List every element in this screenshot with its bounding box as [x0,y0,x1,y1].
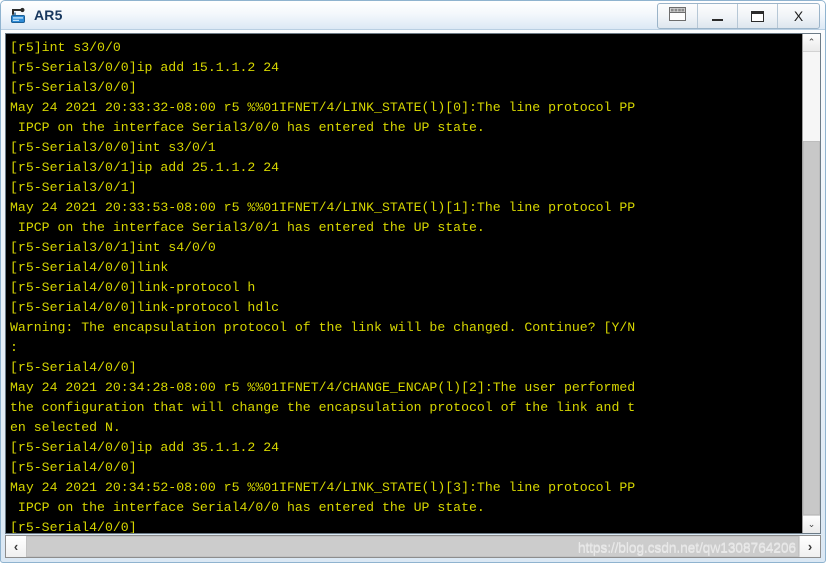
console-line: [r5-Serial4/0/0]ip add 35.1.1.2 24 [10,440,280,455]
console-line: May 24 2021 20:34:52-08:00 r5 %%01IFNET/… [10,480,636,495]
console-lines: [r5]int s3/0/0 [r5-Serial3/0/0]ip add 15.… [10,38,802,533]
console-line: [r5-Serial4/0/0]link-protocol h [10,280,256,295]
console-line: IPCP on the interface Serial3/0/1 has en… [10,220,485,235]
maximize-button[interactable] [738,4,778,28]
console-line: [r5-Serial3/0/1]ip add 25.1.1.2 24 [10,160,280,175]
scroll-right-button[interactable]: › [799,536,820,557]
chevron-right-icon: › [807,539,813,554]
vertical-scroll-track[interactable] [803,52,820,515]
horizontal-scroll-track[interactable] [26,536,799,557]
console-line: [r5-Serial4/0/0] [10,360,137,375]
console-line: Warning: The encapsulation protocol of t… [10,320,636,335]
window-panel-icon [669,6,686,26]
console-line: May 24 2021 20:34:28-08:00 r5 %%01IFNET/… [10,380,636,395]
title-bar[interactable]: AR5 X [1,1,825,30]
console-line: [r5-Serial3/0/1]int s4/0/0 [10,240,216,255]
console-line: [r5-Serial3/0/0] [10,80,137,95]
minimize-button[interactable] [698,4,738,28]
horizontal-scrollbar[interactable]: ‹ › https://blog.csdn.net/qw1308764206 [5,535,821,558]
vertical-scrollbar[interactable]: ⌃ ⌄ [802,34,820,533]
console-line: [r5-Serial4/0/0]link-protocol hdlc [10,300,280,315]
scroll-left-button[interactable]: ‹ [6,536,26,557]
scroll-down-button[interactable]: ⌄ [803,515,820,533]
console-line: : [10,340,18,355]
vertical-scroll-thumb[interactable] [803,141,820,515]
horizontal-scroll-thumb[interactable] [26,536,799,557]
console-line: IPCP on the interface Serial3/0/0 has en… [10,120,485,135]
console-line: [r5-Serial3/0/1] [10,180,137,195]
console-line: en selected N. [10,420,121,435]
close-icon: X [793,8,804,24]
scroll-up-button[interactable]: ⌃ [803,34,820,52]
chevron-down-icon: ⌄ [807,519,816,529]
console-line: May 24 2021 20:33:53-08:00 r5 %%01IFNET/… [10,200,636,215]
console-line: May 24 2021 20:33:32-08:00 r5 %%01IFNET/… [10,100,636,115]
chevron-left-icon: ‹ [13,539,19,554]
console-line: [r5]int s3/0/0 [10,40,121,55]
maximize-icon [751,10,764,22]
minimize-icon [712,18,723,21]
console-line: IPCP on the interface Serial4/0/0 has en… [10,500,485,515]
ar5-console-window: AR5 X [r5]int s3/0/0 [r5-Serial3/0/0]ip … [0,0,826,563]
close-button[interactable]: X [778,4,819,28]
restore-panel-button[interactable] [658,4,698,28]
console-line: [r5-Serial3/0/0]int s3/0/1 [10,140,216,155]
console-line: [r5-Serial3/0/0]ip add 15.1.1.2 24 [10,60,280,75]
console-line: [r5-Serial4/0/0]link [10,260,169,275]
console-line: [r5-Serial4/0/0] [10,460,137,475]
window-controls: X [657,3,820,29]
console-output[interactable]: [r5]int s3/0/0 [r5-Serial3/0/0]ip add 15.… [6,34,802,533]
window-title: AR5 [34,7,63,23]
chevron-up-icon: ⌃ [807,37,816,47]
router-icon [9,6,29,26]
console-line: the configuration that will change the e… [10,400,636,415]
terminal-area: [r5]int s3/0/0 [r5-Serial3/0/0]ip add 15.… [5,33,821,534]
console-line: [r5-Serial4/0/0] [10,520,137,533]
